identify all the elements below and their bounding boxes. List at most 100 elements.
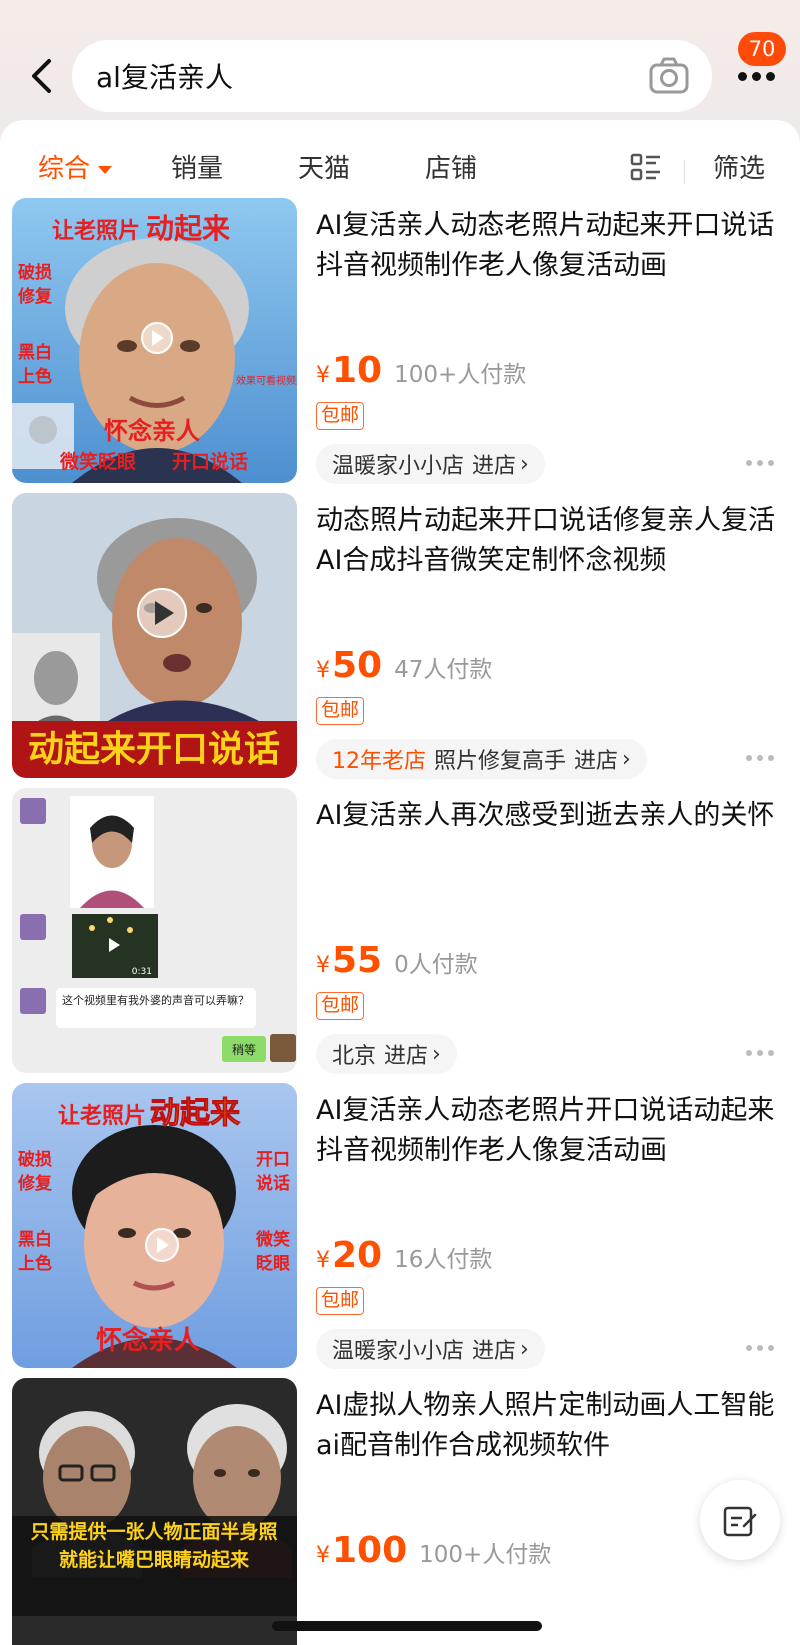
thumb-text: 让老照片 (58, 1104, 146, 1129)
price-row: ¥ 50 47人付款 (316, 645, 492, 689)
more-dot-icon (768, 1050, 774, 1056)
free-shipping-tag: 包邮 (316, 1287, 365, 1315)
thumb-text: 0:31 (132, 967, 152, 977)
product-card[interactable]: 让老照片 动起来 破损 修复 黑白 上色 开口 说话 微笑 眨眼 怀念亲人 AI… (0, 1083, 800, 1379)
shop-name: 温暖家小小店 (332, 1339, 465, 1364)
enter-shop-label: 进店 (384, 1044, 429, 1069)
free-shipping-tag: 包邮 (316, 992, 365, 1020)
thumb-text: 开口 (256, 1150, 290, 1170)
tab-label: 综合 (38, 154, 91, 184)
product-thumbnail[interactable]: 只需提供一张人物正面半身照 就能让嘴巴眼睛动起来 (12, 1378, 297, 1645)
more-dot-icon (757, 1345, 763, 1351)
thumb-text: 动起来 (150, 1096, 240, 1131)
tab-divider (684, 160, 685, 184)
product-price: 100 (332, 1530, 408, 1571)
more-dot-icon (746, 460, 752, 466)
price-row: ¥ 20 16人付款 (316, 1235, 492, 1279)
thumb-text: 眨眼 (256, 1253, 290, 1274)
shop-link[interactable]: 北京 进店 › (316, 1034, 457, 1074)
enter-shop-label: 进店 (472, 454, 517, 479)
tab-shops[interactable]: 店铺 (425, 148, 477, 185)
camera-icon[interactable] (648, 56, 690, 96)
shop-age-label: 12年老店 (332, 749, 426, 774)
free-shipping-tag: 包邮 (316, 697, 365, 725)
currency-symbol: ¥ (316, 363, 330, 388)
currency-symbol: ¥ (316, 953, 330, 978)
thumb-text: 动起来 (146, 212, 230, 245)
product-thumbnail[interactable]: 让老照片 动起来 破损 修复 黑白 上色 效果可看视频展示 怀念亲人 微笑眨眼 … (12, 198, 297, 483)
product-card[interactable]: 让老照片 动起来 破损 修复 黑白 上色 效果可看视频展示 怀念亲人 微笑眨眼 … (0, 198, 800, 494)
chevron-right-icon: › (622, 746, 631, 772)
tab-sales[interactable]: 销量 (171, 148, 223, 185)
thumb-text: 修复 (17, 286, 53, 307)
sales-count: 100+人付款 (419, 1542, 552, 1568)
shop-name: 温暖家小小店 (332, 454, 465, 479)
thumb-text: 修复 (17, 1173, 53, 1194)
search-query: al复活亲人 (96, 61, 233, 94)
product-title[interactable]: AI复活亲人动态老照片开口说话动起来抖音视频制作老人像复活动画 (316, 1091, 776, 1171)
product-title[interactable]: 动态照片动起来开口说话修复亲人复活AI合成抖音微笑定制怀念视频 (316, 501, 776, 581)
thumb-text: 就能让嘴巴眼睛动起来 (59, 1548, 249, 1571)
shop-link[interactable]: 温暖家小小店 进店 › (316, 444, 545, 484)
thumb-text: 开口说话 (172, 450, 248, 473)
thumb-text: 动起来开口说话 (28, 729, 280, 770)
more-dot-icon (757, 460, 763, 466)
product-price: 50 (332, 645, 383, 686)
product-title[interactable]: AI复活亲人动态老照片动起来开口说话抖音视频制作老人像复活动画 (316, 206, 776, 286)
product-price: 10 (332, 350, 383, 391)
product-price: 55 (332, 940, 383, 981)
thumb-text: 黑白 (18, 342, 52, 363)
shop-link[interactable]: 温暖家小小店 进店 › (316, 1329, 545, 1369)
card-more-button[interactable] (746, 1050, 774, 1056)
chevron-right-icon: › (520, 1336, 529, 1362)
list-layout-icon[interactable] (630, 152, 662, 182)
card-more-button[interactable] (746, 1345, 774, 1351)
back-button[interactable] (22, 52, 62, 100)
more-dot-icon (746, 1345, 752, 1351)
thumb-text: 微笑 (255, 1229, 290, 1250)
home-indicator (272, 1621, 542, 1631)
filter-button[interactable]: 筛选 (713, 148, 765, 185)
thumb-text: 破损 (18, 262, 52, 283)
search-input[interactable]: al复活亲人 (72, 40, 712, 112)
product-title[interactable]: AI虚拟人物亲人照片定制动画人工智能ai配音制作合成视频软件 (316, 1386, 776, 1466)
currency-symbol: ¥ (316, 658, 330, 683)
product-thumbnail[interactable]: 0:31 这个视频里有我外婆的声音可以弄嘛？ 稍等 (12, 788, 297, 1073)
more-dot-icon (746, 755, 752, 761)
thumb-text: 破损 (18, 1149, 52, 1170)
shop-name: 照片修复高手 (434, 749, 567, 774)
sales-count: 0人付款 (394, 952, 478, 978)
chevron-left-icon (32, 59, 51, 93)
free-shipping-tag: 包邮 (316, 402, 365, 430)
product-card[interactable]: 只需提供一张人物正面半身照 就能让嘴巴眼睛动起来 AI虚拟人物亲人照片定制动画人… (0, 1378, 800, 1645)
more-dot-icon (757, 755, 763, 761)
product-thumbnail[interactable]: 动起来开口说话 (12, 493, 297, 778)
caret-down-icon (98, 165, 113, 174)
thumb-text: 黑白 (18, 1229, 52, 1250)
currency-symbol: ¥ (316, 1543, 330, 1568)
more-dot-icon (737, 71, 747, 81)
sales-count: 100+人付款 (394, 362, 527, 388)
chevron-right-icon: › (432, 1041, 441, 1067)
product-title[interactable]: AI复活亲人再次感受到逝去亲人的关怀 (316, 796, 776, 836)
enter-shop-label: 进店 (574, 749, 619, 774)
sales-count: 47人付款 (394, 657, 493, 683)
thumb-text: 上色 (18, 1253, 52, 1274)
tab-comprehensive[interactable]: 综合 (38, 148, 113, 185)
product-card[interactable]: 动起来开口说话 动态照片动起来开口说话修复亲人复活AI合成抖音微笑定制怀念视频 … (0, 493, 800, 789)
feedback-button[interactable] (700, 1480, 780, 1560)
tab-tmall[interactable]: 天猫 (298, 148, 350, 185)
sales-count: 16人付款 (394, 1247, 493, 1273)
thumb-text: 只需提供一张人物正面半身照 (30, 1520, 277, 1543)
card-more-button[interactable] (746, 755, 774, 761)
message-count-badge: 70 (738, 32, 786, 66)
shop-link[interactable]: 12年老店 照片修复高手 进店 › (316, 739, 647, 779)
more-dot-icon (768, 755, 774, 761)
chevron-right-icon: › (520, 451, 529, 477)
more-dot-icon (768, 1345, 774, 1351)
product-thumbnail[interactable]: 让老照片 动起来 破损 修复 黑白 上色 开口 说话 微笑 眨眼 怀念亲人 (12, 1083, 297, 1368)
thumb-text: 稍等 (232, 1043, 256, 1057)
product-card[interactable]: 0:31 这个视频里有我外婆的声音可以弄嘛？ 稍等 AI复活亲人再次感受到逝去亲… (0, 788, 800, 1084)
more-dot-icon (765, 71, 775, 81)
card-more-button[interactable] (746, 460, 774, 466)
